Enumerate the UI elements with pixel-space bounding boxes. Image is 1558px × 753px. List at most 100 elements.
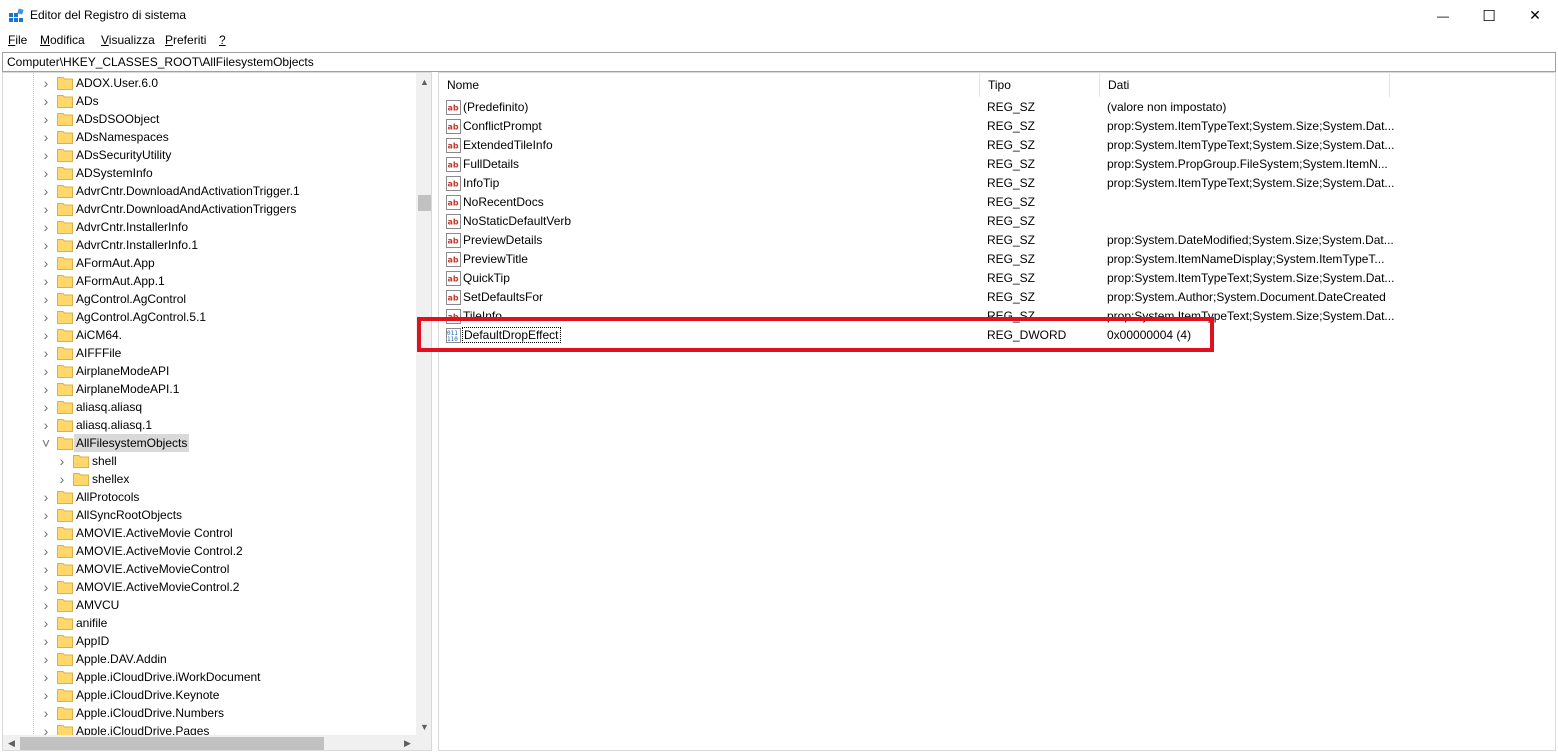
- tree-node[interactable]: › aliasq.aliasq: [3, 398, 416, 416]
- chevron-right-icon[interactable]: ›: [41, 272, 51, 290]
- tree-node[interactable]: › AllSyncRootObjects: [3, 506, 416, 524]
- column-header-type[interactable]: Tipo: [980, 73, 1100, 97]
- tree-node[interactable]: › AdvrCntr.InstallerInfo.1: [3, 236, 416, 254]
- chevron-right-icon[interactable]: ›: [41, 200, 51, 218]
- menu-item-3[interactable]: Preferiti: [165, 33, 206, 47]
- scroll-right-icon[interactable]: ▶: [399, 735, 416, 750]
- chevron-right-icon[interactable]: ›: [41, 92, 51, 110]
- chevron-right-icon[interactable]: ›: [41, 542, 51, 560]
- tree-node[interactable]: › AirplaneModeAPI: [3, 362, 416, 380]
- tree-node[interactable]: › AMOVIE.ActiveMovie Control.2: [3, 542, 416, 560]
- value-row[interactable]: ab PreviewDetails REG_SZ prop:System.DateMo…: [439, 231, 1555, 250]
- chevron-right-icon[interactable]: ›: [41, 344, 51, 362]
- chevron-right-icon[interactable]: ›: [41, 506, 51, 524]
- chevron-right-icon[interactable]: ›: [41, 164, 51, 182]
- chevron-right-icon[interactable]: ›: [41, 416, 51, 434]
- value-row[interactable]: ab FullDetails REG_SZ prop:System.PropGroup…: [439, 155, 1555, 174]
- tree-horizontal-scrollbar[interactable]: ◀ ▶: [3, 735, 416, 750]
- tree-node[interactable]: › ADSystemInfo: [3, 164, 416, 182]
- column-header-name[interactable]: Nome: [439, 73, 980, 97]
- chevron-right-icon[interactable]: ›: [41, 290, 51, 308]
- value-row[interactable]: ab QuickTip REG_SZ prop:System.ItemTypeText…: [439, 269, 1555, 288]
- menu-item-4[interactable]: ?: [219, 33, 226, 47]
- tree-vertical-scrollbar[interactable]: ▲ ▼: [416, 73, 431, 735]
- chevron-right-icon[interactable]: ›: [41, 146, 51, 164]
- tree-node[interactable]: › AIFFFile: [3, 344, 416, 362]
- chevron-right-icon[interactable]: ›: [41, 218, 51, 236]
- chevron-right-icon[interactable]: ›: [41, 362, 51, 380]
- tree-vertical-scroll-thumb[interactable]: [418, 195, 431, 211]
- tree-node[interactable]: › anifile: [3, 614, 416, 632]
- tree-node[interactable]: › AMOVIE.ActiveMovie Control: [3, 524, 416, 542]
- chevron-right-icon[interactable]: ›: [41, 686, 51, 704]
- tree-node[interactable]: › Apple.iCloudDrive.Numbers: [3, 704, 416, 722]
- scroll-up-icon[interactable]: ▲: [416, 73, 431, 90]
- tree-node[interactable]: › AdvrCntr.InstallerInfo: [3, 218, 416, 236]
- tree-node[interactable]: › AMOVIE.ActiveMovieControl.2: [3, 578, 416, 596]
- tree-node[interactable]: › ADsNamespaces: [3, 128, 416, 146]
- tree-node[interactable]: › Apple.iCloudDrive.Keynote: [3, 686, 416, 704]
- key-tree-panel[interactable]: › ADOX.User.6.0 › ADs › ADsDSOObject › ADsNames…: [2, 72, 432, 751]
- values-list-panel[interactable]: Nome Tipo Dati ab (Predefinito) REG_SZ (val…: [438, 72, 1556, 751]
- chevron-right-icon[interactable]: ›: [41, 704, 51, 722]
- tree-node[interactable]: › ADsDSOObject: [3, 110, 416, 128]
- tree-horizontal-scroll-thumb[interactable]: [20, 737, 324, 750]
- tree-node[interactable]: › aliasq.aliasq.1: [3, 416, 416, 434]
- tree-node[interactable]: › AFormAut.App: [3, 254, 416, 272]
- chevron-right-icon[interactable]: ›: [41, 128, 51, 146]
- minimize-button[interactable]: —: [1420, 0, 1466, 31]
- tree-node[interactable]: › shellex: [3, 470, 416, 488]
- value-row[interactable]: ab InfoTip REG_SZ prop:System.ItemTypeText;…: [439, 174, 1555, 193]
- chevron-right-icon[interactable]: ›: [41, 578, 51, 596]
- tree-node[interactable]: › AMVCU: [3, 596, 416, 614]
- chevron-right-icon[interactable]: ›: [41, 110, 51, 128]
- chevron-right-icon[interactable]: ›: [41, 398, 51, 416]
- chevron-right-icon[interactable]: ›: [41, 650, 51, 668]
- value-row[interactable]: ab NoRecentDocs REG_SZ: [439, 193, 1555, 212]
- tree-node[interactable]: › AgControl.AgControl: [3, 290, 416, 308]
- tree-node[interactable]: › ADs: [3, 92, 416, 110]
- tree-node[interactable]: › AllProtocols: [3, 488, 416, 506]
- chevron-down-icon[interactable]: ˅: [41, 434, 51, 452]
- maximize-button[interactable]: ☐: [1466, 0, 1512, 31]
- value-row[interactable]: ab ConflictPrompt REG_SZ prop:System.ItemTy…: [439, 117, 1555, 136]
- chevron-right-icon[interactable]: ›: [41, 488, 51, 506]
- column-header-data[interactable]: Dati: [1100, 73, 1390, 97]
- tree-node[interactable]: › AdvrCntr.DownloadAndActivationTriggers: [3, 200, 416, 218]
- scroll-left-icon[interactable]: ◀: [3, 735, 20, 750]
- tree-node[interactable]: › AppID: [3, 632, 416, 650]
- tree-node[interactable]: › shell: [3, 452, 416, 470]
- scroll-down-icon[interactable]: ▼: [416, 718, 431, 735]
- tree-node[interactable]: › AirplaneModeAPI.1: [3, 380, 416, 398]
- menu-item-2[interactable]: Visualizza: [101, 33, 155, 47]
- chevron-right-icon[interactable]: ›: [41, 596, 51, 614]
- tree-node[interactable]: › Apple.DAV.Addin: [3, 650, 416, 668]
- tree-node[interactable]: › ADsSecurityUtility: [3, 146, 416, 164]
- chevron-right-icon[interactable]: ›: [41, 254, 51, 272]
- chevron-right-icon[interactable]: ›: [41, 182, 51, 200]
- chevron-right-icon[interactable]: ›: [41, 380, 51, 398]
- menu-item-1[interactable]: Modifica: [40, 33, 85, 47]
- value-row[interactable]: ab (Predefinito) REG_SZ (valore non imposta…: [439, 98, 1555, 117]
- tree-node[interactable]: ˅ AllFilesystemObjects: [3, 434, 416, 452]
- tree-node[interactable]: › ADOX.User.6.0: [3, 74, 416, 92]
- chevron-right-icon[interactable]: ›: [41, 668, 51, 686]
- chevron-right-icon[interactable]: ›: [41, 236, 51, 254]
- chevron-right-icon[interactable]: ›: [41, 308, 51, 326]
- tree-node[interactable]: › AgControl.AgControl.5.1: [3, 308, 416, 326]
- close-button[interactable]: ✕: [1512, 0, 1558, 31]
- tree-node[interactable]: › AiCM64.: [3, 326, 416, 344]
- chevron-right-icon[interactable]: ›: [41, 326, 51, 344]
- chevron-right-icon[interactable]: ›: [41, 614, 51, 632]
- tree-node[interactable]: › AMOVIE.ActiveMovieControl: [3, 560, 416, 578]
- chevron-right-icon[interactable]: ›: [41, 560, 51, 578]
- chevron-right-icon[interactable]: ›: [41, 74, 51, 92]
- chevron-right-icon[interactable]: ›: [41, 632, 51, 650]
- value-row[interactable]: ab SetDefaultsFor REG_SZ prop:System.Author…: [439, 288, 1555, 307]
- address-bar[interactable]: Computer\HKEY_CLASSES_ROOT\AllFilesystem…: [2, 52, 1556, 72]
- tree-node[interactable]: › AdvrCntr.DownloadAndActivationTrigger.1: [3, 182, 416, 200]
- value-row[interactable]: ab PreviewTitle REG_SZ prop:System.ItemName…: [439, 250, 1555, 269]
- chevron-right-icon[interactable]: ›: [41, 524, 51, 542]
- chevron-right-icon[interactable]: ›: [57, 452, 67, 470]
- menu-item-0[interactable]: File: [8, 33, 27, 47]
